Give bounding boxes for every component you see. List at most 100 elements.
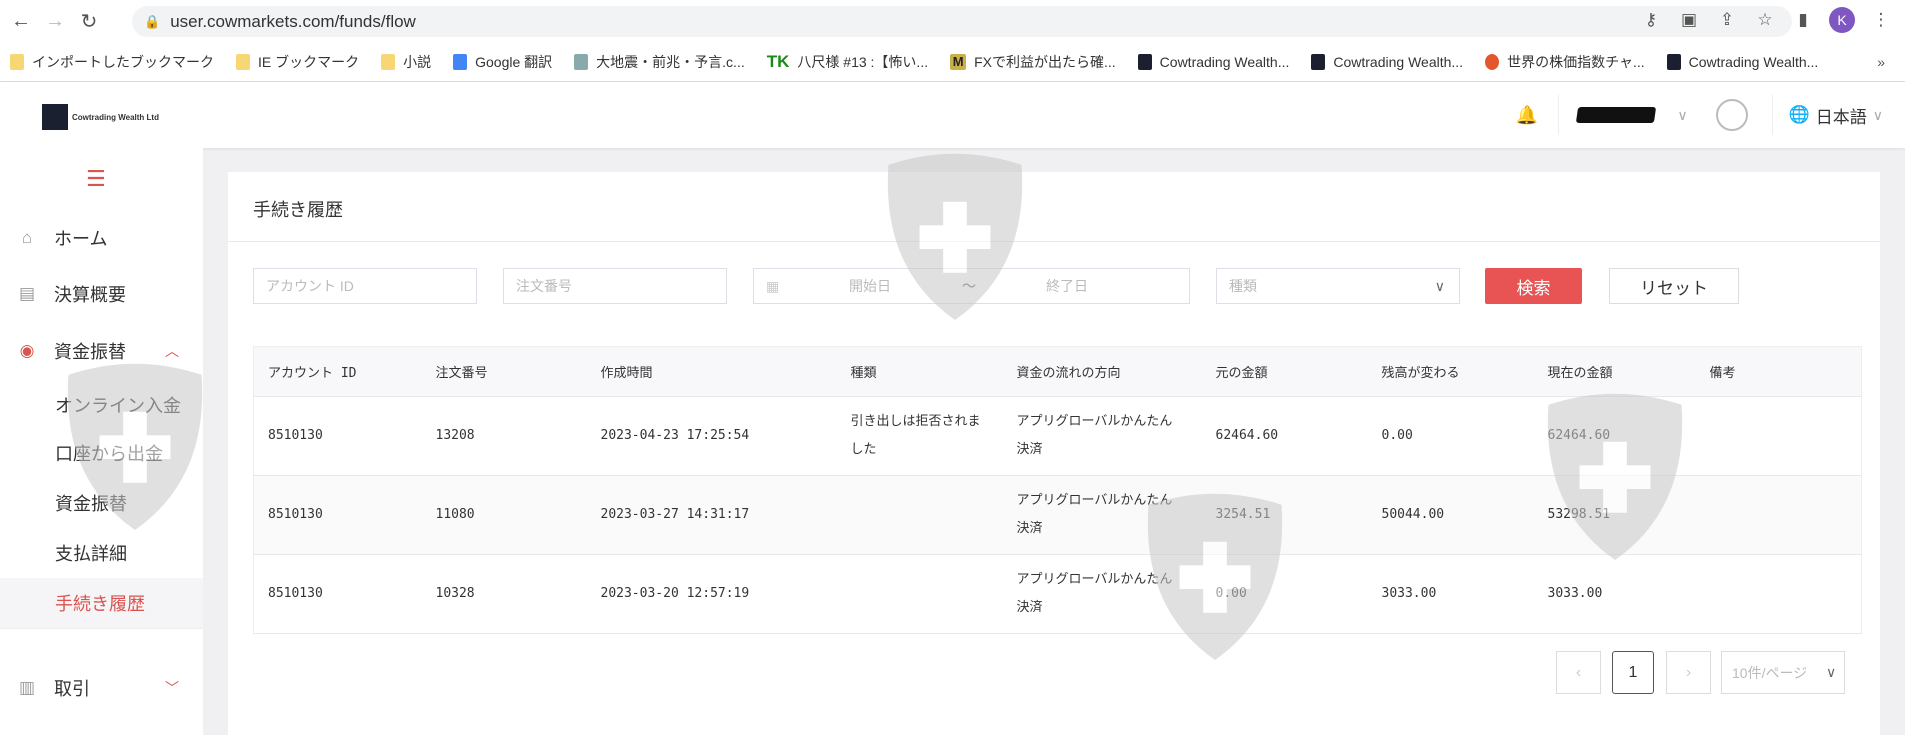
chevron-down-icon: ∨ <box>1434 277 1445 294</box>
page-size-label: 10件/ページ <box>1732 664 1808 681</box>
table-cell: 0.00 <box>1201 554 1368 634</box>
chevron-up-icon: ︿ <box>165 343 179 359</box>
language-selector[interactable]: 🌐 日本語 ∨ <box>1789 103 1883 128</box>
bookmark-label: 世界の株価指数チャ... <box>1507 54 1645 70</box>
username-redacted[interactable] <box>1576 107 1657 123</box>
reset-button[interactable]: リセット <box>1609 268 1739 304</box>
sidebar-item-transfer[interactable]: 資金振替 <box>0 480 203 526</box>
bookmark[interactable]: Cowtrading Wealth... <box>1666 54 1818 70</box>
column-header: 作成時間 <box>586 346 837 397</box>
bookmark[interactable]: インポートしたブックマーク <box>10 52 214 72</box>
search-button[interactable]: 検索 <box>1485 268 1582 304</box>
menu-icon[interactable]: ⋮ <box>1869 10 1893 30</box>
table-cell: 62464.60 <box>1201 396 1368 476</box>
column-header: 注文番号 <box>421 346 587 397</box>
table-cell: アプリグローバルかんたん決済 <box>1002 396 1202 476</box>
bookmark-label: Cowtrading Wealth... <box>1159 54 1290 70</box>
collapse-menu-icon[interactable]: ☰ <box>86 168 106 190</box>
barcode-icon: ▥ <box>18 678 36 697</box>
sidebar-item-label: 資金振替 <box>55 494 127 514</box>
user-avatar-icon[interactable] <box>1715 99 1748 131</box>
cowtrading-icon <box>1666 54 1681 70</box>
account-id-input[interactable]: アカウント ID <box>253 268 477 304</box>
table-cell: 10328 <box>421 554 587 634</box>
next-page-button[interactable]: › <box>1666 651 1711 694</box>
sidebar-item-label: ホーム <box>54 229 108 249</box>
url-text: user.cowmarkets.com/funds/flow <box>170 11 416 31</box>
sidebar: ☰ ⌂ ホーム ▤ 決算概要 ◉ 資金振替 ︿ オンライン入金 口座から出金 資金振替 … <box>0 148 203 735</box>
key-icon[interactable]: ⚷ <box>1639 10 1663 30</box>
sidebar-item-trading[interactable]: ▥ 取引 ﹀ <box>0 665 203 711</box>
range-separator: ～ <box>962 278 976 294</box>
table-cell: 2023-03-27 14:31:17 <box>586 475 837 555</box>
table-cell: 11080 <box>421 475 587 555</box>
table-cell: 50044.00 <box>1367 475 1534 555</box>
table-cell: 62464.60 <box>1533 396 1696 476</box>
bookmark[interactable]: TK 八尺様 #13 :【怖い... <box>767 52 928 72</box>
history-table: アカウント ID 注文番号 作成時間 種類 資金の流れの方向 元の金額 残高が変… <box>253 346 1862 634</box>
table-cell: 3033.00 <box>1533 554 1696 634</box>
back-icon[interactable]: ← <box>8 10 34 33</box>
home-icon: ⌂ <box>21 228 33 247</box>
app-header: Cowtrading Wealth Ltd 🔔 ∨ 🌐 日本語 ∨ <box>0 82 1905 148</box>
sidebar-item-statement[interactable]: ▤ 決算概要 <box>0 271 203 317</box>
order-number-input[interactable]: 注文番号 <box>503 268 727 304</box>
sidebar-item-history[interactable]: 手続き履歴 <box>0 578 203 628</box>
site-icon <box>1485 54 1500 70</box>
page-title: 手続き履歴 <box>253 200 343 220</box>
bookmark-label: FXで利益が出たら確... <box>974 54 1116 70</box>
table-cell: 13208 <box>421 396 587 476</box>
bookmark[interactable]: Cowtrading Wealth... <box>1311 54 1463 70</box>
browser-toolbar: ← → ↻ 🔒 user.cowmarkets.com/funds/flow ⚷… <box>0 0 1905 43</box>
bookmark[interactable]: Google 翻訳 <box>453 52 552 72</box>
bookmark[interactable]: IE ブックマーク <box>236 52 359 72</box>
type-select[interactable]: 種類 ∨ <box>1216 268 1460 304</box>
column-header: 残高が変わる <box>1367 346 1534 397</box>
sidebar-item-funds[interactable]: ◉ 資金振替 ︿ <box>0 328 203 374</box>
sidebar-item-withdraw[interactable]: 口座から出金 <box>0 430 203 476</box>
sidebar-item-home[interactable]: ⌂ ホーム <box>0 215 203 261</box>
sidebar-item-label: 決算概要 <box>54 285 126 305</box>
bookmark-label: Google 翻訳 <box>475 54 553 70</box>
bookmark[interactable]: 小説 <box>381 52 431 72</box>
sidebar-item-label: オンライン入金 <box>55 396 181 416</box>
profile-avatar[interactable]: K <box>1829 7 1855 33</box>
bookmark[interactable]: M FXで利益が出たら確... <box>950 52 1116 72</box>
sidebar-item-online-deposit[interactable]: オンライン入金 <box>0 382 203 428</box>
lock-icon: 🔒 <box>144 13 161 29</box>
sidebar-item-payment-details[interactable]: 支払詳細 <box>0 530 203 576</box>
logo[interactable]: Cowtrading Wealth Ltd <box>42 104 159 130</box>
cowtrading-icon <box>1137 54 1152 70</box>
page-size-select[interactable]: 10件/ページ ∨ <box>1721 651 1845 694</box>
divider <box>1558 95 1560 135</box>
star-icon[interactable]: ☆ <box>1753 10 1777 30</box>
translate-icon[interactable]: ▣ <box>1677 10 1701 30</box>
share-icon[interactable]: ⇪ <box>1715 10 1739 30</box>
page-1-button[interactable]: 1 <box>1612 651 1654 694</box>
lifebuoy-icon: ◉ <box>19 341 35 360</box>
prev-page-button[interactable]: ‹ <box>1556 651 1601 694</box>
bell-icon[interactable]: 🔔 <box>1516 105 1538 126</box>
bookmark[interactable]: 世界の株価指数チャ... <box>1485 52 1645 72</box>
bookmark[interactable]: 大地震・前兆・予言.c... <box>574 52 745 72</box>
table-cell: 引き出しは拒否されました <box>836 396 1003 476</box>
divider <box>228 241 1880 242</box>
bookmark-label: 大地震・前兆・予言.c... <box>596 54 745 70</box>
reload-icon[interactable]: ↻ <box>76 9 102 34</box>
more-bookmarks-icon[interactable]: » <box>1877 54 1885 70</box>
logo-mark-icon <box>42 104 68 130</box>
chevron-down-icon[interactable]: ∨ <box>1677 107 1687 124</box>
forward-icon[interactable]: → <box>42 10 68 33</box>
folder-icon <box>381 54 396 70</box>
cowtrading-icon <box>1311 54 1326 70</box>
table-cell <box>1695 396 1862 476</box>
address-bar[interactable]: 🔒 user.cowmarkets.com/funds/flow <box>132 6 1792 37</box>
table-row: 8510130 13208 2023-04-23 17:25:54 引き出しは拒否され… <box>253 396 1862 476</box>
table-cell <box>836 475 1003 555</box>
date-range-picker[interactable]: ▦ 開始日 ～ 終了日 <box>753 268 1190 304</box>
sidepanel-icon[interactable]: ▮ <box>1791 10 1815 30</box>
bookmark[interactable]: Cowtrading Wealth... <box>1137 54 1290 70</box>
sidebar-item-label: 手続き履歴 <box>55 594 145 614</box>
site-icon <box>574 54 589 70</box>
table-cell: 8510130 <box>253 554 422 634</box>
